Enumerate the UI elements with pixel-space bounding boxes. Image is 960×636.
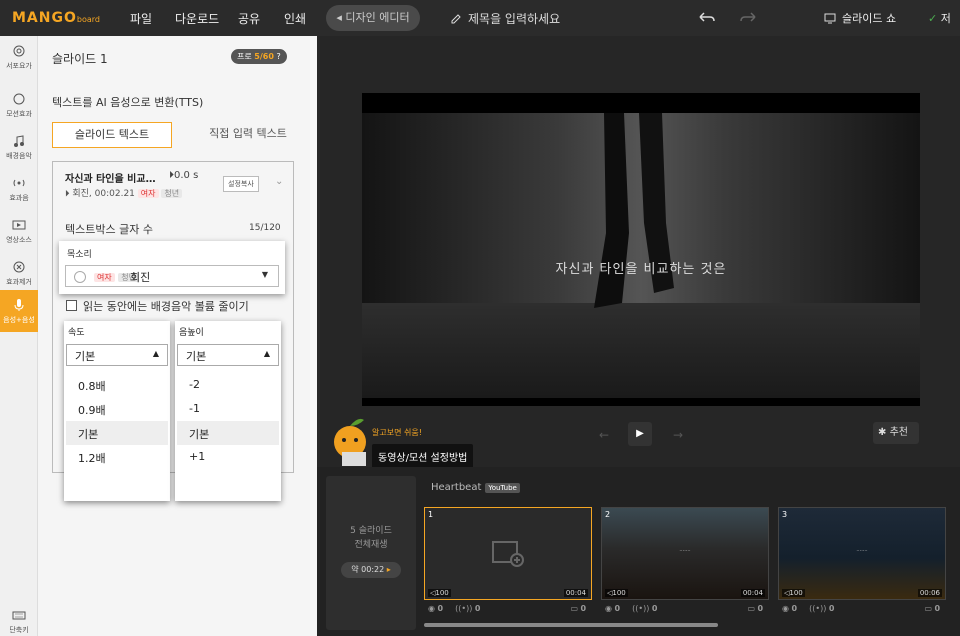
- sidebar-item-bgm[interactable]: 배경음악: [0, 126, 38, 174]
- voice-select[interactable]: 여자 청년 회진 ▼: [65, 265, 279, 287]
- bgm-name[interactable]: Heartbeat YouTube: [431, 482, 520, 493]
- help-tooltip[interactable]: 동영상/모션 설정방법: [372, 444, 474, 469]
- sidebar-item-sfx[interactable]: 효과음: [0, 168, 38, 216]
- tag-female: 여자: [94, 273, 115, 282]
- editor-area: 자신과 타인을 비교하는 것은 ← ▶ → ✱ 추천: [317, 36, 960, 467]
- char-count-label: 텍스트박스 글자 수: [65, 223, 153, 236]
- check-icon: ✓: [928, 12, 938, 25]
- speed-option[interactable]: 0.9배: [66, 397, 168, 421]
- pencil-icon: [451, 14, 461, 24]
- caret-down-icon: ▼: [261, 270, 268, 279]
- card-text: 자신과 타인을 비교…: [65, 174, 156, 185]
- sound-wave-icon: [13, 179, 25, 187]
- sidebar-item-shortcuts[interactable]: 단축키: [0, 600, 38, 636]
- timeline: 5 슬라이드 전체재생 약 00:22 ▸ Heartbeat YouTube 1…: [317, 467, 960, 636]
- pitch-option[interactable]: -2: [177, 373, 279, 397]
- slide-stats: ◉ 0 ((•)) 0 ▭ 0: [782, 604, 941, 613]
- voice-label: 목소리: [67, 250, 92, 260]
- slide-caption[interactable]: 자신과 타인을 비교하는 것은: [362, 258, 920, 277]
- speed-label: 속도: [68, 328, 85, 338]
- slide-caption-preview: ·······: [679, 548, 691, 554]
- sidebar-item-tts[interactable]: 음성+음성: [0, 290, 38, 332]
- slide-caption-preview: ·······: [856, 548, 868, 554]
- add-video-icon: [492, 541, 524, 567]
- mango-logo[interactable]: MANGOboard: [12, 10, 100, 26]
- slide-thumbnail[interactable]: 1 ◁100 00:04: [424, 507, 592, 600]
- caret-up-icon: ▲: [263, 349, 270, 358]
- menu-print[interactable]: 인쇄: [284, 10, 306, 27]
- tab-direct-text[interactable]: 직접 입력 텍스트: [188, 122, 308, 148]
- mango-mascot-icon[interactable]: [328, 412, 376, 472]
- card-voice-info: ⏵ 회진, 00:02.21 여자 청년: [65, 186, 183, 199]
- redo-icon[interactable]: [738, 9, 758, 25]
- keyboard-icon: [12, 611, 26, 620]
- sidebar-item-support[interactable]: 서포요가: [0, 36, 38, 84]
- speed-dropdown: 속도 기본 ▲ 0.8배 0.9배 기본 1.2배: [64, 321, 170, 501]
- prev-slide-icon[interactable]: ←: [599, 428, 609, 442]
- play-button[interactable]: ▶: [628, 422, 652, 446]
- microphone-icon: [14, 299, 24, 311]
- tts-title: 텍스트를 AI 음성으로 변환(TTS): [52, 96, 204, 109]
- pitch-option[interactable]: -1: [177, 397, 279, 421]
- pitch-select[interactable]: 기본 ▲: [177, 344, 279, 366]
- chevron-down-icon[interactable]: ⌄: [275, 176, 283, 187]
- help-icon[interactable]: ?: [276, 52, 280, 61]
- copy-settings-button[interactable]: 설정복사: [223, 176, 259, 192]
- gear-icon: [13, 45, 25, 57]
- top-bar: MANGOboard 파일 다운로드 공유 인쇄 ◂ 디자인 에디터 제목을 입…: [0, 0, 960, 36]
- slideshow-button[interactable]: 슬라이드 쇼: [824, 10, 896, 26]
- undo-icon[interactable]: [697, 9, 717, 25]
- slide-thumbnail[interactable]: 2 ······· ◁100 00:04: [601, 507, 769, 600]
- menu-download[interactable]: 다운로드: [175, 10, 219, 27]
- video-preview[interactable]: 자신과 타인을 비교하는 것은: [362, 93, 920, 406]
- checkbox[interactable]: [66, 300, 77, 311]
- pitch-dropdown: 음높이 기본 ▲ -2 -1 기본 +1: [175, 321, 281, 501]
- pitch-option[interactable]: 기본: [177, 421, 279, 445]
- sidebar-item-motion[interactable]: 모션효과: [0, 84, 38, 132]
- speed-option[interactable]: 1.2배: [66, 445, 168, 469]
- pro-badge: 프로 5/60 ?: [231, 49, 287, 64]
- recommend-button[interactable]: ✱ 추천: [873, 422, 919, 444]
- card-duration: ⏵0.0 s: [169, 170, 199, 181]
- speed-option[interactable]: 기본: [66, 421, 168, 445]
- bgm-reduce-option[interactable]: 읽는 동안에는 배경음악 볼륨 줄이기: [66, 298, 249, 314]
- char-count: 15/120: [249, 223, 281, 233]
- voice-name: 회진: [130, 271, 151, 284]
- pitch-option[interactable]: +1: [177, 445, 279, 469]
- caret-up-icon: ▲: [152, 349, 159, 358]
- play-icon[interactable]: [74, 271, 86, 283]
- title-input[interactable]: 제목을 입력하세요: [450, 10, 560, 27]
- film-icon: [12, 220, 26, 230]
- walking-legs-image: [594, 113, 674, 308]
- menu-share[interactable]: 공유: [238, 10, 260, 27]
- menu-file[interactable]: 파일: [130, 10, 152, 27]
- play-all-button[interactable]: 5 슬라이드 전체재생 약 00:22 ▸: [326, 476, 416, 630]
- speed-select[interactable]: 기본 ▲: [66, 344, 168, 366]
- next-slide-icon[interactable]: →: [673, 428, 683, 442]
- youtube-icon: YouTube: [485, 483, 520, 493]
- panel-title: 슬라이드 1: [52, 52, 108, 66]
- voice-popup: 목소리 여자 청년 회진 ▼: [59, 241, 285, 294]
- music-note-icon: [14, 135, 24, 147]
- remove-icon: [13, 261, 25, 273]
- mascot-text: 알고보면 쉬움!: [372, 428, 422, 437]
- speed-option[interactable]: 0.8배: [66, 373, 168, 397]
- tag-female: 여자: [137, 189, 159, 198]
- slide-stats: ◉ 0 ((•)) 0 ▭ 0: [428, 604, 587, 613]
- design-editor-button[interactable]: ◂ 디자인 에디터: [326, 5, 420, 31]
- palette-icon: ✱: [878, 427, 887, 438]
- tag-young: 청년: [161, 189, 183, 198]
- slide-thumbnail[interactable]: 3 ······· ◁100 00:06: [778, 507, 946, 600]
- sidebar-item-video-source[interactable]: 영상소스: [0, 210, 38, 258]
- pitch-label: 음높이: [179, 328, 204, 338]
- tab-slide-text[interactable]: 슬라이드 텍스트: [52, 122, 172, 148]
- video-frame: 자신과 타인을 비교하는 것은: [362, 113, 920, 398]
- monitor-icon: [824, 13, 836, 24]
- save-button[interactable]: ✓ 저: [928, 10, 951, 26]
- timeline-scrollbar[interactable]: [424, 623, 718, 627]
- tool-sidebar: 서포요가 모션효과 배경음악 효과음 영상소스 효과제거 음성+음성 단축키: [0, 36, 38, 636]
- slide-stats: ◉ 0 ((•)) 0 ▭ 0: [605, 604, 764, 613]
- total-duration: 약 00:22 ▸: [341, 562, 401, 578]
- circle-icon: [13, 93, 25, 105]
